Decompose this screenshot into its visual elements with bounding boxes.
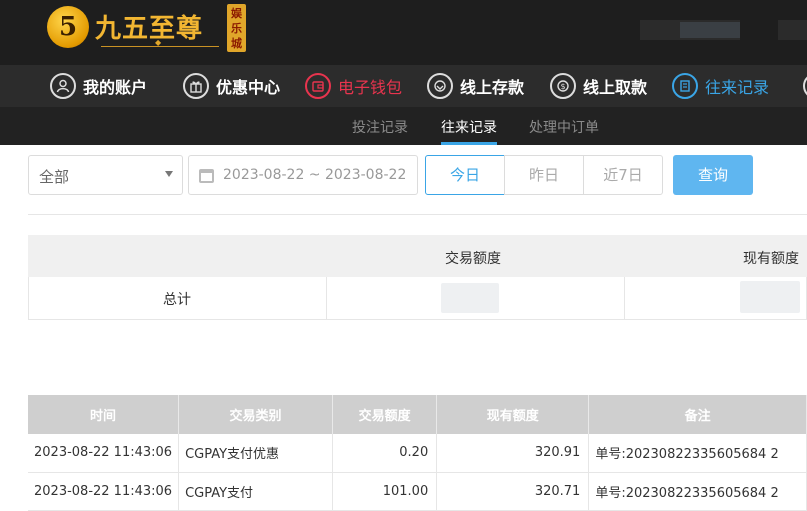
nav-more[interactable] [803,71,807,101]
summary-total-row: 总计 [28,277,807,320]
cell-amount: 101.00 [332,472,438,511]
summary-header: 交易额度 现有额度 [28,235,807,277]
nav-label: 优惠中心 [216,78,281,97]
cell-balance: 320.71 [436,472,590,511]
balance-redacted [740,281,800,313]
nav-deposit[interactable]: 线上存款 [427,71,524,101]
logo-text: 九五至尊 [95,14,204,44]
table-row: 2023-08-22 11:43:06 CGPAY支付 101.00 320.7… [28,472,807,511]
nav-label: 电子钱包 [338,78,403,97]
nav-my-account[interactable]: 我的账户 [50,71,147,101]
logo-ornament [101,38,219,52]
today-button[interactable]: 今日 [425,155,505,195]
transactions-table: 时间 交易类别 交易额度 现有额度 备注 2023-08-22 11:43:06… [28,395,807,511]
divider [28,214,807,215]
nav-label: 我的账户 [83,78,148,97]
summary-col-amount: 交易额度 [445,251,501,267]
nav-withdraw[interactable]: $ 线上取款 [550,71,647,101]
total-label: 总计 [163,292,191,308]
yesterday-button[interactable]: 昨日 [504,155,584,195]
cell-balance: 320.91 [436,434,590,473]
cell-amount: 0.20 [332,434,438,473]
deposit-icon [427,73,453,99]
cell-time: 2023-08-22 11:43:06 [28,472,180,511]
summary-col-balance: 现有额度 [743,251,799,267]
type-select-value: 全部 [39,168,70,186]
nav-promotions[interactable]: 优惠中心 [183,71,280,101]
user-balance-redacted [680,22,740,38]
summary-balance-cell [625,277,807,319]
cell-type: CGPAY支付 [178,472,334,511]
nav-records[interactable]: 往来记录 [672,71,769,101]
summary-amount-cell [327,277,625,319]
user-icon [50,73,76,99]
last-7-days-button[interactable]: 近7日 [583,155,663,195]
user-menu-redacted [778,20,807,40]
gift-icon [183,73,209,99]
nav-e-wallet[interactable]: 电子钱包 [305,71,402,101]
summary-label-cell: 总计 [29,277,327,319]
withdraw-icon: $ [550,73,576,99]
tab-transaction-records[interactable]: 往来记录 [441,117,497,137]
wallet-icon [305,73,331,99]
cell-remark: 单号:20230822335605684 2 [588,472,807,511]
col-time: 时间 [28,395,180,434]
top-header: 5 九五至尊 娱乐城 [0,0,807,65]
query-button[interactable]: 查询 [673,155,753,195]
cell-remark: 单号:20230822335605684 2 [588,434,807,473]
col-amount: 交易额度 [332,395,438,434]
date-range-value: 2023-08-22 ~ 2023-08-22 [223,167,407,183]
nav-label: 往来记录 [705,78,770,97]
active-tab-indicator [441,142,497,145]
amount-redacted [441,283,499,313]
cell-time: 2023-08-22 11:43:06 [28,434,180,473]
date-range-picker[interactable]: 2023-08-22 ~ 2023-08-22 [188,155,418,195]
table-row: 2023-08-22 11:43:06 CGPAY支付优惠 0.20 320.9… [28,434,807,473]
main-nav: 我的账户 优惠中心 电子钱包 线上存款 $ 线上取款 往来记录 [0,65,807,107]
tab-pending-orders[interactable]: 处理中订单 [529,117,599,137]
cell-type: CGPAY支付优惠 [178,434,334,473]
logo-emblem: 5 [47,6,89,48]
tab-bet-records[interactable]: 投注记录 [352,117,408,137]
chevron-down-icon [165,171,173,177]
more-icon [803,73,807,99]
sub-nav: 投注记录 往来记录 处理中订单 [0,107,807,145]
site-logo[interactable]: 5 九五至尊 娱乐城 [47,4,247,54]
calendar-icon [199,169,214,183]
records-icon [672,73,698,99]
col-balance: 现有额度 [436,395,590,434]
nav-label: 线上存款 [460,78,525,97]
col-type: 交易类别 [178,395,334,434]
table-header-row: 时间 交易类别 交易额度 现有额度 备注 [28,395,807,434]
svg-text:$: $ [560,82,565,91]
nav-label: 线上取款 [583,78,648,97]
type-select[interactable]: 全部 [28,155,183,195]
logo-badge: 娱乐城 [227,4,246,52]
col-remark: 备注 [588,395,807,434]
